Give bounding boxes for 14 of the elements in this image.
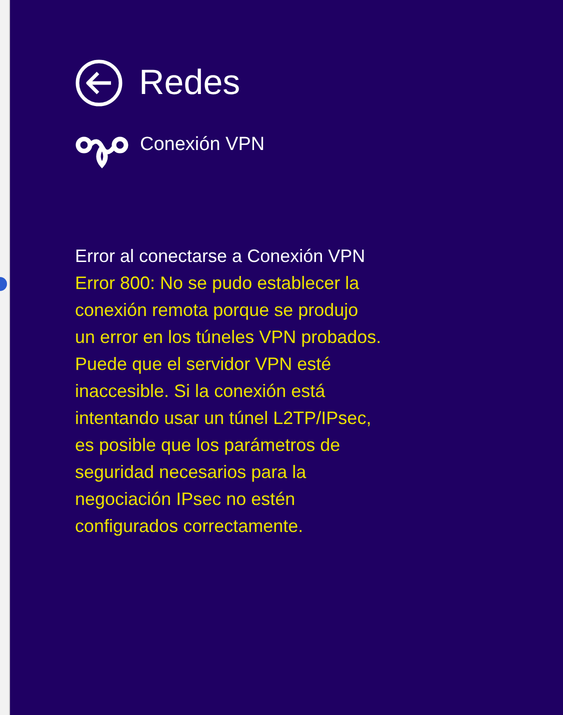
error-message-line: Error 800: No se pudo establecer la [75, 272, 360, 295]
error-message-line: inaccesible. Si la conexión está [75, 380, 326, 403]
error-message-line: configurados correctamente. [75, 515, 304, 538]
error-message-line: conexión remota porque se produjo [75, 299, 360, 322]
back-icon[interactable] [75, 59, 123, 107]
panel-title: Redes [139, 63, 240, 103]
error-message-line: es posible que los parámetros de [75, 434, 342, 457]
error-message-line: intentando usar un túnel L2TP/IPsec, [75, 407, 372, 430]
error-title: Error al conectarse a Conexión VPN [75, 245, 366, 268]
connection-name[interactable]: Conexión VPN [140, 134, 265, 156]
error-message-line: Puede que el servidor VPN esté [75, 353, 332, 376]
error-message-line: negociación IPsec no estén [75, 488, 296, 511]
error-message-line: un error en los túneles VPN probados. [75, 326, 382, 349]
error-message-line: seguridad necesarios para la [75, 461, 308, 484]
